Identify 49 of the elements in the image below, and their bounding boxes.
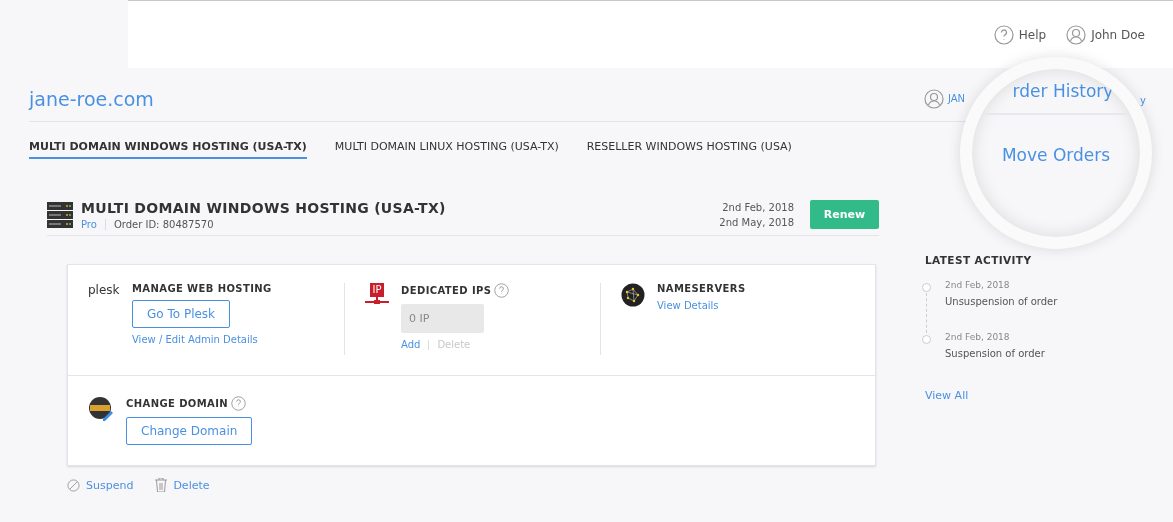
order-id: Order ID: 80487570 [113, 218, 214, 230]
plan-link[interactable]: Pro [81, 218, 106, 230]
user-menu[interactable]: John Doe [1066, 24, 1145, 45]
server-icon [47, 201, 73, 228]
renew-button[interactable]: Renew [810, 200, 879, 229]
activity-date: 2nd Feb, 2018 [945, 332, 1011, 342]
timeline-dot [922, 335, 931, 344]
ban-icon [67, 478, 80, 492]
trash-icon [155, 478, 168, 492]
domain-title: jane-roe.com [29, 87, 154, 110]
product-tab[interactable]: RESELLER WINDOWS HOSTING (USA) [586, 140, 792, 159]
network-globe-icon [621, 283, 645, 307]
order-date: 2nd Feb, 2018 [722, 201, 794, 213]
network-line-icon [365, 297, 389, 305]
suspend-link[interactable]: Suspend [67, 478, 134, 492]
plesk-logo: plesk [88, 283, 120, 299]
order-history-link[interactable]: rder History [1012, 81, 1114, 101]
user-icon [1066, 24, 1087, 45]
help-icon[interactable] [993, 24, 1014, 45]
view-details-link[interactable]: View Details [657, 300, 719, 311]
section-title: DEDICATED IPS [401, 285, 492, 296]
move-orders-link[interactable]: Move Orders [1001, 145, 1111, 165]
help-icon[interactable] [494, 283, 510, 298]
go-to-plesk-button[interactable]: Go To Plesk [132, 300, 231, 328]
product-tab[interactable]: MULTI DOMAIN WINDOWS HOSTING (USA-TX) [29, 140, 307, 159]
view-all-link[interactable]: View All [925, 389, 969, 402]
admin-details-link[interactable]: View / Edit Admin Details [132, 334, 258, 345]
user-icon [923, 88, 944, 109]
activity-title: LATEST ACTIVITY [925, 254, 1033, 266]
ip-action-link[interactable]: Add [401, 339, 421, 350]
order-title: MULTI DOMAIN WINDOWS HOSTING (USA-TX) [81, 199, 447, 216]
order-date: 2nd May, 2018 [719, 216, 794, 228]
activity-text: Unsuspension of order [945, 296, 1059, 307]
ip-count-field: 0 IP [401, 304, 484, 333]
header-link[interactable]: y [1140, 95, 1146, 106]
section-title: NAMESERVERS [657, 283, 746, 294]
section-title: CHANGE DOMAIN [126, 398, 229, 409]
ip-logo-text: IP [369, 283, 385, 297]
delete-link[interactable]: Delete [155, 478, 210, 492]
activity-date: 2nd Feb, 2018 [945, 280, 1011, 290]
help-link[interactable]: Help [993, 24, 1047, 45]
globe-pencil-icon [88, 396, 114, 422]
section-title: MANAGE WEB HOSTING [132, 283, 272, 294]
product-tab[interactable]: MULTI DOMAIN LINUX HOSTING (USA-TX) [334, 140, 559, 159]
account-link[interactable]: JAN [947, 93, 965, 104]
timeline-dot [922, 283, 931, 292]
help-icon[interactable] [231, 396, 247, 411]
change-domain-button[interactable]: Change Domain [126, 417, 253, 445]
activity-text: Suspension of order [945, 348, 1046, 359]
